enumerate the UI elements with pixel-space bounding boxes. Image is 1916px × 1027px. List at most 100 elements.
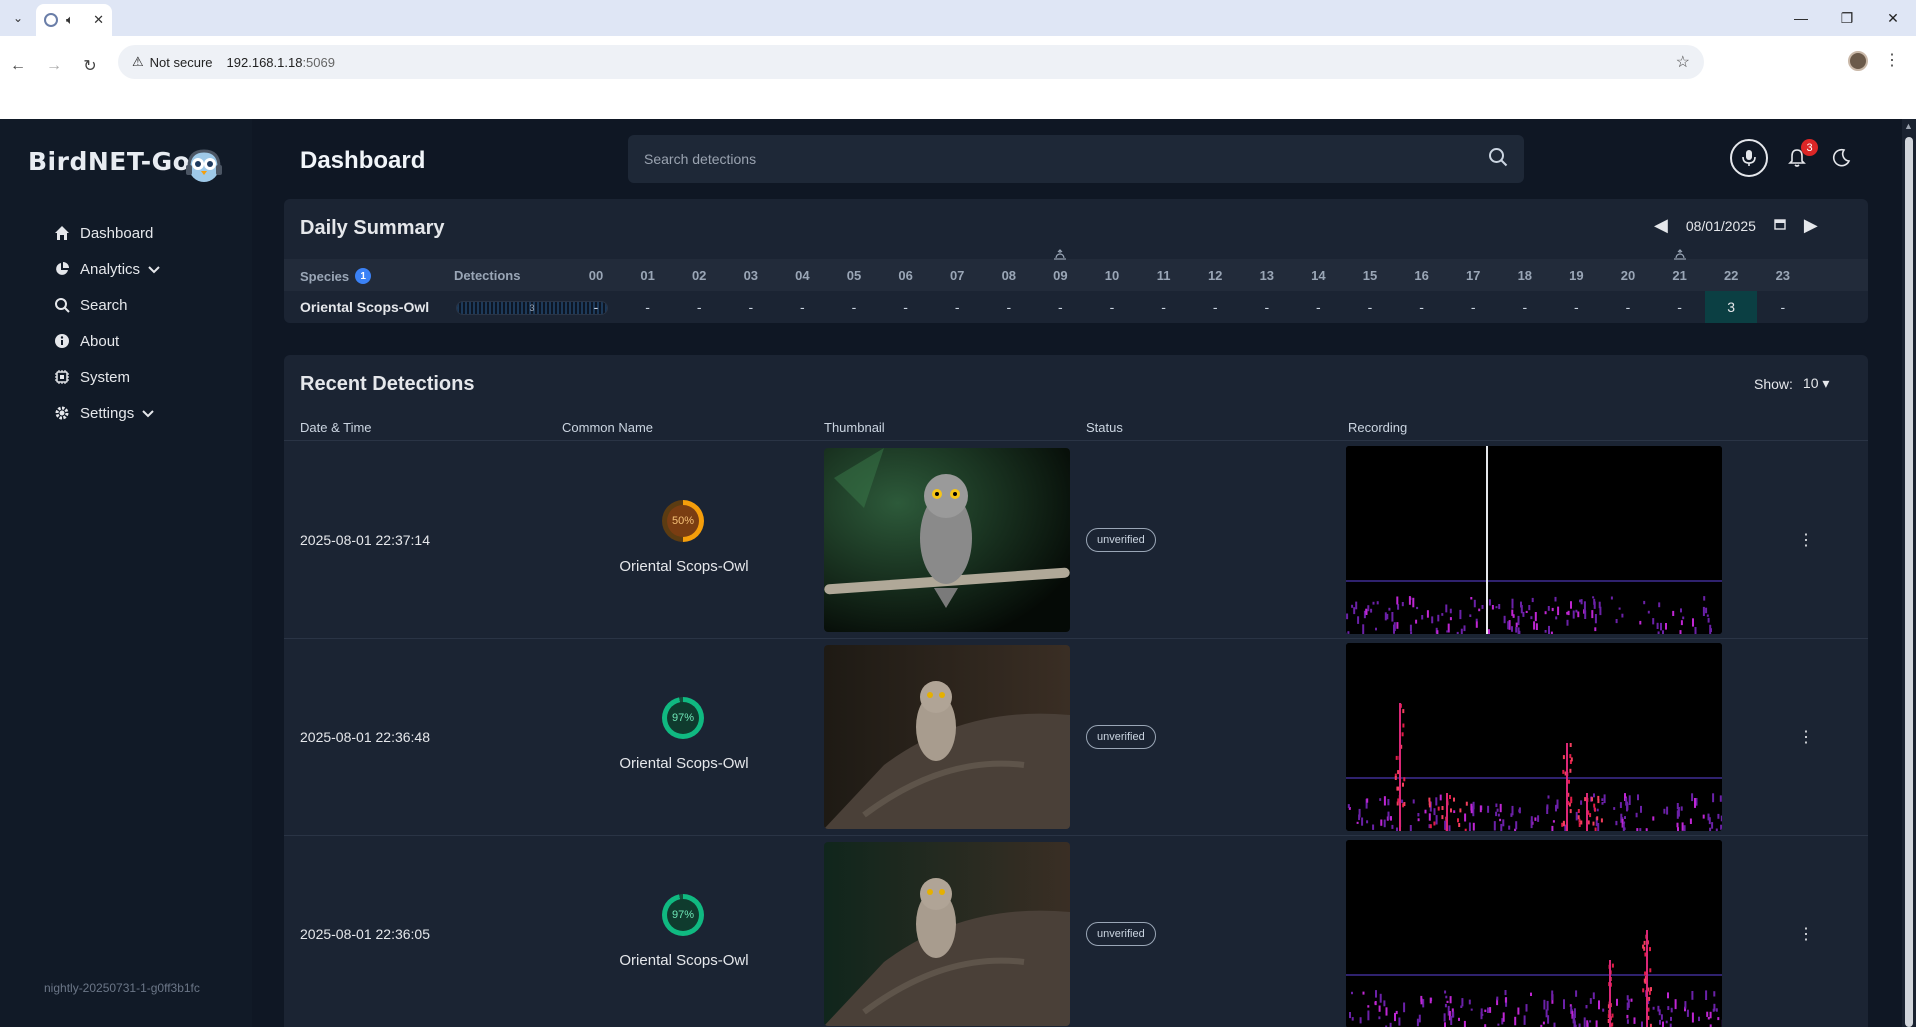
show-label: Show: <box>1754 375 1793 392</box>
notification-badge: 3 <box>1801 139 1818 156</box>
page-title: Dashboard <box>300 147 426 174</box>
minimize-icon[interactable]: — <box>1778 0 1824 36</box>
url-host: 192.168.1.18 <box>226 54 303 70</box>
browser-tab-bar: ⌄ 🔈︎ ✕ — ❐ ✕ <box>0 0 1916 36</box>
warning-icon[interactable]: ⚠ <box>132 54 144 70</box>
detections-table-header: Date & Time Common Name Thumbnail Status… <box>284 417 1868 441</box>
hour-header: 20 <box>1620 267 1636 283</box>
bird-thumbnail[interactable] <box>824 842 1070 1026</box>
hour-header: 19 <box>1569 267 1584 283</box>
status-badge: unverified <box>1086 725 1156 749</box>
species-column-label: Species <box>300 268 350 284</box>
browser-tab[interactable]: 🔈︎ ✕ <box>36 4 112 36</box>
detections-column-label: Detections <box>454 268 521 283</box>
sidebar-item-system[interactable]: System <box>52 359 160 395</box>
sidebar-item-label: About <box>80 332 120 350</box>
sidebar-item-label: Search <box>80 296 128 314</box>
previous-day-button[interactable]: ◀ <box>1654 215 1668 236</box>
table-row[interactable]: 2025-08-01 22:36:05 97% Oriental Scops-Owl… <box>284 836 1868 1027</box>
notifications-button[interactable]: 3 <box>1782 139 1818 173</box>
forward-icon[interactable]: → <box>38 50 70 82</box>
security-label[interactable]: Not secure <box>150 55 213 70</box>
back-icon[interactable]: ← <box>2 50 34 82</box>
sidebar-item-label: Settings <box>80 404 135 422</box>
detection-species-name[interactable]: Oriental Scops-Owl <box>584 755 784 772</box>
theme-toggle[interactable] <box>1826 143 1856 173</box>
recent-detections-title: Recent Detections <box>300 373 475 395</box>
main-content: Dashboard 3 Daily Summary ◀ 08/01/2025 ▶… <box>252 119 1902 1027</box>
hour-cell: - <box>1780 299 1786 315</box>
pie-chart-icon <box>52 259 72 279</box>
summary-species-row[interactable]: Oriental Scops-Owl 3 - - - - - - - - - - - - - - - - - - -… <box>284 291 1868 323</box>
scrollbar-thumb[interactable] <box>1905 137 1913 1027</box>
row-menu-icon[interactable]: ⋮ <box>1798 530 1814 550</box>
hour-cell: - <box>1212 299 1218 315</box>
col-datetime: Date & Time <box>300 420 372 435</box>
col-recording: Recording <box>1348 420 1408 435</box>
row-menu-icon[interactable]: ⋮ <box>1798 727 1814 747</box>
tab-close-icon[interactable]: ✕ <box>93 12 104 28</box>
hour-header: 05 <box>846 267 862 283</box>
hour-header: 14 <box>1311 267 1326 283</box>
sidebar-item-dashboard[interactable]: Dashboard <box>52 215 160 251</box>
sidebar-nav: Dashboard Analytics Search About System … <box>52 215 160 431</box>
hour-header: 23 <box>1775 267 1791 283</box>
next-day-button[interactable]: ▶ <box>1804 215 1818 236</box>
hour-cell: - <box>1574 299 1579 315</box>
hour-cell[interactable]: 3 <box>1705 291 1758 323</box>
sunset-icon <box>1654 249 1706 264</box>
hour-cell: - <box>1367 299 1373 315</box>
calendar-icon[interactable] <box>1774 217 1786 235</box>
search-input[interactable] <box>644 151 1488 167</box>
bookmark-star-icon[interactable]: ☆ <box>1676 52 1690 72</box>
hour-header: 17 <box>1465 267 1481 283</box>
spectrogram-player[interactable] <box>1346 643 1722 831</box>
browser-toolbar: ← → ↻ ⚠ Not secure 192.168.1.18:5069 ☆ ⋮ <box>0 36 1916 122</box>
date-picker[interactable]: 08/01/2025 <box>1686 218 1756 234</box>
spectrogram-player[interactable] <box>1346 840 1722 1027</box>
spectrogram-player[interactable] <box>1346 446 1722 634</box>
bird-thumbnail[interactable] <box>824 645 1070 829</box>
hour-cell: - <box>903 299 908 315</box>
sidebar-item-analytics[interactable]: Analytics <box>52 251 160 287</box>
chevron-down-icon <box>148 261 160 278</box>
speaker-icon: 🔈︎ <box>66 12 74 27</box>
bird-thumbnail[interactable] <box>824 448 1070 632</box>
detection-species-name[interactable]: Oriental Scops-Owl <box>584 952 784 969</box>
tab-search-icon[interactable]: ⌄ <box>8 8 28 28</box>
hour-header: 00 <box>588 267 604 283</box>
search-bar[interactable] <box>628 135 1524 183</box>
row-menu-icon[interactable]: ⋮ <box>1798 924 1814 944</box>
microphone-icon <box>1742 150 1756 166</box>
sidebar-item-about[interactable]: About <box>52 323 160 359</box>
scroll-up-icon[interactable]: ▲ <box>1904 121 1913 131</box>
gear-icon <box>52 403 72 423</box>
hour-cell: - <box>851 299 857 315</box>
sidebar-item-search[interactable]: Search <box>52 287 160 323</box>
table-row[interactable]: 2025-08-01 22:37:14 50% Oriental Scops-Owl… <box>284 442 1868 639</box>
page-scrollbar[interactable]: ▲ <box>1902 119 1916 1027</box>
detection-species-name[interactable]: Oriental Scops-Owl <box>584 558 784 575</box>
detection-datetime: 2025-08-01 22:37:14 <box>300 532 430 548</box>
col-common-name: Common Name <box>562 420 654 435</box>
profile-avatar[interactable] <box>1848 51 1868 71</box>
microphone-button[interactable] <box>1730 139 1768 177</box>
sidebar-item-label: System <box>80 368 131 386</box>
hour-cell: - <box>1006 299 1012 315</box>
table-row[interactable]: 2025-08-01 22:36:48 97% Oriental Scops-Owl… <box>284 639 1868 836</box>
show-count-select[interactable]: 10 ▾ <box>1803 375 1830 392</box>
confidence-ring: 97% <box>662 894 704 936</box>
bird-logo-icon <box>186 149 222 182</box>
search-icon[interactable] <box>1488 147 1508 172</box>
summary-species-name[interactable]: Oriental Scops-Owl <box>300 299 429 315</box>
hour-header: 13 <box>1259 267 1275 283</box>
sidebar-item-settings[interactable]: Settings <box>52 395 160 431</box>
info-icon <box>52 331 72 351</box>
hour-cell: - <box>954 299 960 315</box>
hour-header: 07 <box>949 267 965 283</box>
restore-icon[interactable]: ❐ <box>1824 0 1870 36</box>
browser-menu-icon[interactable]: ⋮ <box>1884 50 1900 70</box>
address-bar[interactable]: ⚠ Not secure 192.168.1.18:5069 ☆ <box>118 45 1704 79</box>
close-window-icon[interactable]: ✕ <box>1870 0 1916 36</box>
reload-icon[interactable]: ↻ <box>74 50 106 82</box>
